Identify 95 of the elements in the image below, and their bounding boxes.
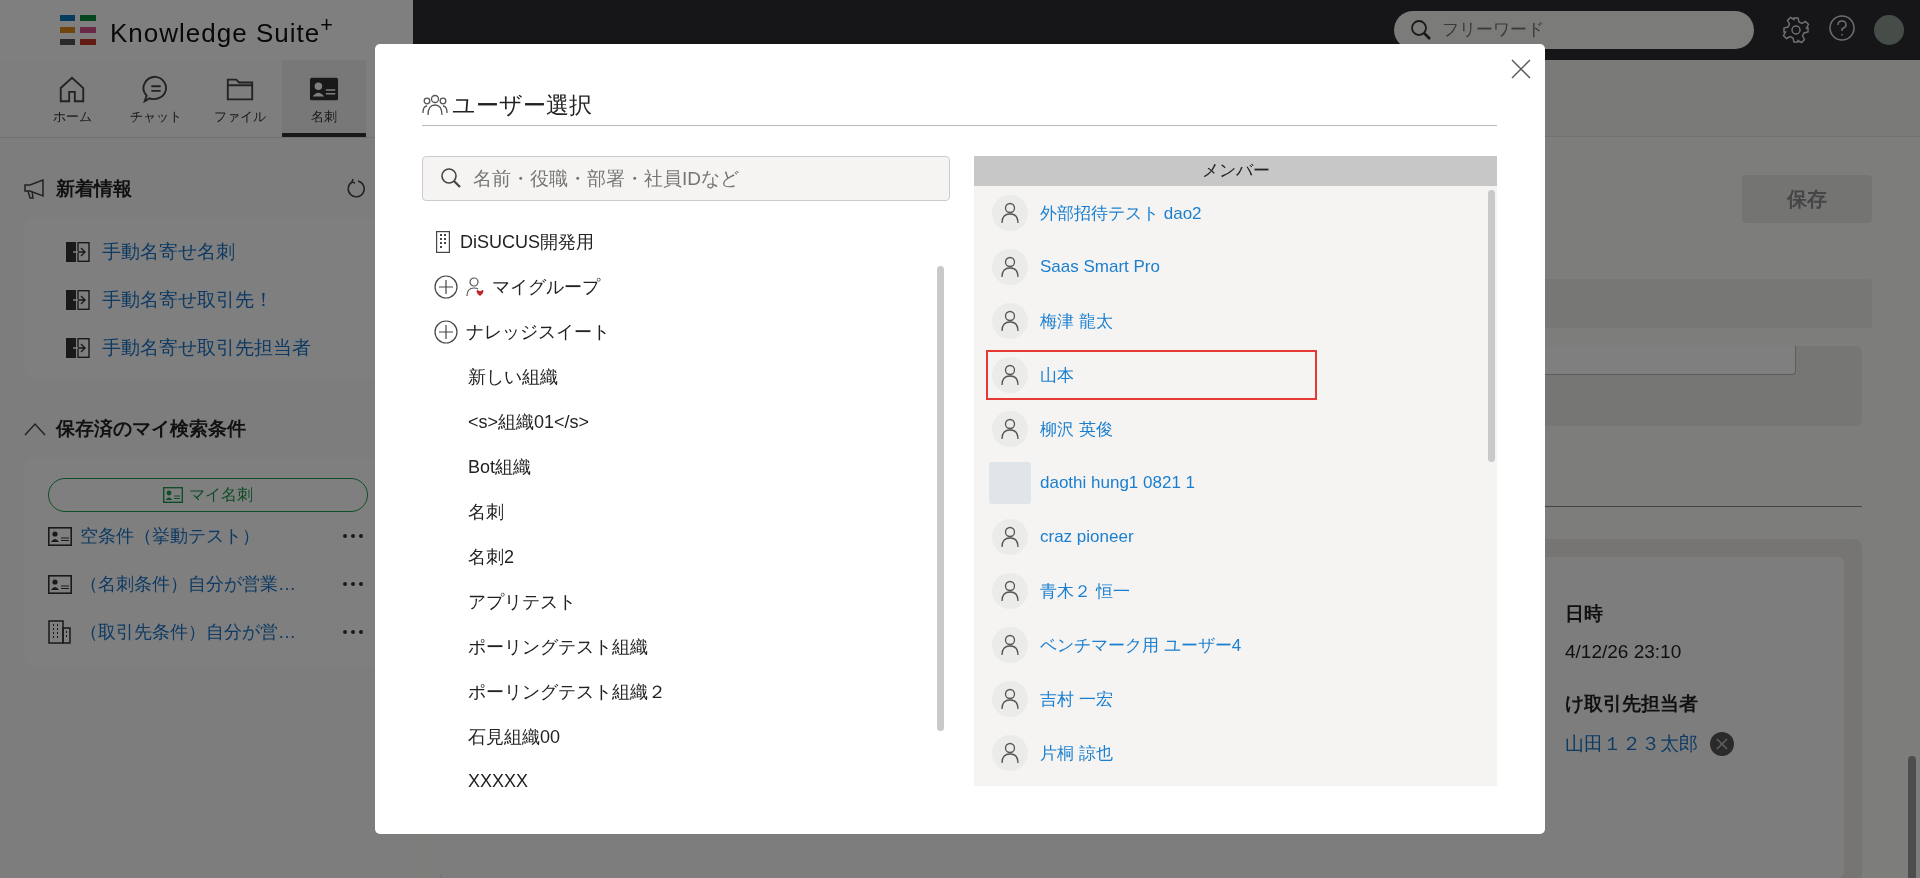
nav-tab[interactable]: チャット (114, 60, 198, 137)
more-icon[interactable] (342, 581, 364, 587)
member-name: daothi hung1 0821 1 (1040, 473, 1196, 493)
field-label: 日時 (1565, 602, 1604, 626)
search-field[interactable]: フリーワード (1394, 11, 1754, 49)
building-icon (436, 230, 450, 253)
saved-search-link[interactable]: （取引先条件）自分が営… (80, 620, 296, 644)
member-row[interactable]: daothi hung1 0821 1 (986, 458, 1317, 508)
section-title: 保存済のマイ検索条件 (56, 417, 246, 441)
person-heart-icon (466, 275, 484, 298)
member-row[interactable]: 柳沢 英俊 (986, 404, 1317, 454)
member-name: ベンチマーク用 ユーザー4 (1040, 634, 1242, 657)
avatar-icon (992, 681, 1028, 717)
tree-item[interactable]: マイグループ (492, 274, 600, 299)
news-link[interactable]: 手動名寄せ名刺 (66, 240, 235, 264)
settings-icon[interactable] (1782, 16, 1810, 44)
avatar-icon (992, 735, 1028, 771)
merge-icon (66, 338, 90, 358)
avatar-icon (992, 249, 1028, 285)
logo-icon (60, 15, 96, 45)
member-name: 青木２ 恒一 (1040, 580, 1130, 603)
member-name: craz pioneer (1040, 527, 1134, 547)
expand-icon[interactable] (434, 274, 458, 299)
scrollbar[interactable] (1488, 190, 1495, 462)
tree-item[interactable]: 石見組織00 (468, 724, 561, 749)
member-name: 梅津 龍太 (1040, 310, 1113, 333)
more-icon[interactable] (342, 629, 364, 635)
scrollbar[interactable] (937, 266, 944, 731)
nav-tab[interactable]: ホーム (30, 60, 114, 137)
business-card-icon (48, 526, 72, 546)
member-name: 吉村 一宏 (1040, 688, 1113, 711)
member-row[interactable]: craz pioneer (986, 512, 1317, 562)
remove-icon[interactable] (1710, 732, 1734, 756)
field-value: 4/12/26 23:10 (1565, 641, 1682, 663)
my-card-button[interactable]: マイ名刺 (48, 478, 368, 512)
person-link[interactable]: 山田１２３太郎 (1565, 731, 1698, 757)
column-header: メンバー (974, 156, 1497, 186)
tree-item[interactable]: ポーリングテスト組織２ (468, 679, 666, 704)
member-name: 外部招待テスト dao2 (1040, 202, 1202, 225)
member-name: 片桐 諒也 (1040, 742, 1113, 765)
avatar-icon (992, 519, 1028, 555)
news-link[interactable]: 手動名寄せ取引先！ (66, 288, 273, 312)
avatar-photo[interactable] (1874, 15, 1904, 45)
member-row[interactable]: 梅津 龍太 (986, 296, 1317, 346)
building-icon (48, 620, 72, 644)
tree-item[interactable]: ナレッジスイート (466, 319, 610, 344)
tree-item[interactable]: XXXXX (468, 771, 529, 792)
tree-item[interactable]: <s>組織01</s> (468, 409, 590, 434)
scrollbar[interactable] (1908, 756, 1916, 878)
business-card-icon (48, 574, 72, 594)
saved-search-link[interactable]: （名刺条件）自分が営業… (80, 572, 296, 596)
saved-search-link[interactable]: 空条件（挙動テスト） (80, 524, 260, 548)
member-row[interactable]: 青木２ 恒一 (986, 566, 1317, 616)
more-icon[interactable] (342, 533, 364, 539)
dialog-title: ユーザー選択 (452, 90, 592, 120)
nav-tab[interactable]: ファイル (198, 60, 282, 137)
avatar-icon (992, 573, 1028, 609)
tree-item[interactable]: Bot組織 (468, 454, 532, 479)
nav-tab[interactable]: 名刺 (282, 60, 366, 137)
section-title: 新着情報 (56, 177, 132, 201)
expand-icon[interactable] (434, 319, 458, 344)
close-icon[interactable] (1511, 59, 1531, 79)
field-label: け取引先担当者 (1565, 692, 1699, 716)
news-link[interactable]: 手動名寄せ取引先担当者 (66, 336, 311, 360)
tree-item[interactable]: ポーリングテスト組織 (468, 634, 648, 659)
business-card-icon (163, 487, 183, 503)
refresh-icon[interactable] (346, 178, 368, 200)
avatar-icon (992, 627, 1028, 663)
avatar-icon (992, 357, 1028, 393)
member-row[interactable]: ベンチマーク用 ユーザー4 (986, 620, 1317, 670)
member-row[interactable]: 山本 (986, 350, 1317, 400)
avatar-icon (992, 195, 1028, 231)
merge-icon (66, 242, 90, 262)
search-icon (1410, 19, 1432, 41)
member-name: Saas Smart Pro (1040, 257, 1160, 277)
users-icon (422, 94, 448, 116)
tree-item[interactable]: DiSUCUS開発用 (460, 229, 594, 254)
app-title: Knowledge Suite$^{+}$ (110, 11, 334, 49)
member-name: 山本 (1040, 364, 1074, 387)
tree-item[interactable]: アプリテスト (468, 589, 576, 614)
search-field[interactable]: 名前・役職・部署・社員IDなど (422, 156, 950, 201)
member-row[interactable]: 片桐 諒也 (986, 728, 1317, 778)
megaphone-icon (24, 179, 46, 199)
tree-item[interactable]: 名刺 (468, 499, 504, 524)
tree-item[interactable]: 新しい組織 (468, 364, 558, 389)
member-row[interactable]: 吉村 一宏 (986, 674, 1317, 724)
member-row[interactable]: Saas Smart Pro (986, 242, 1317, 292)
search-icon (440, 167, 462, 189)
avatar-icon (992, 411, 1028, 447)
merge-icon (66, 290, 90, 310)
caret-icon[interactable] (24, 422, 46, 436)
tree-item[interactable]: 名刺2 (468, 544, 514, 569)
member-name: 柳沢 英俊 (1040, 418, 1113, 441)
member-row[interactable]: 外部招待テスト dao2 (986, 188, 1317, 238)
avatar-icon (992, 303, 1028, 339)
